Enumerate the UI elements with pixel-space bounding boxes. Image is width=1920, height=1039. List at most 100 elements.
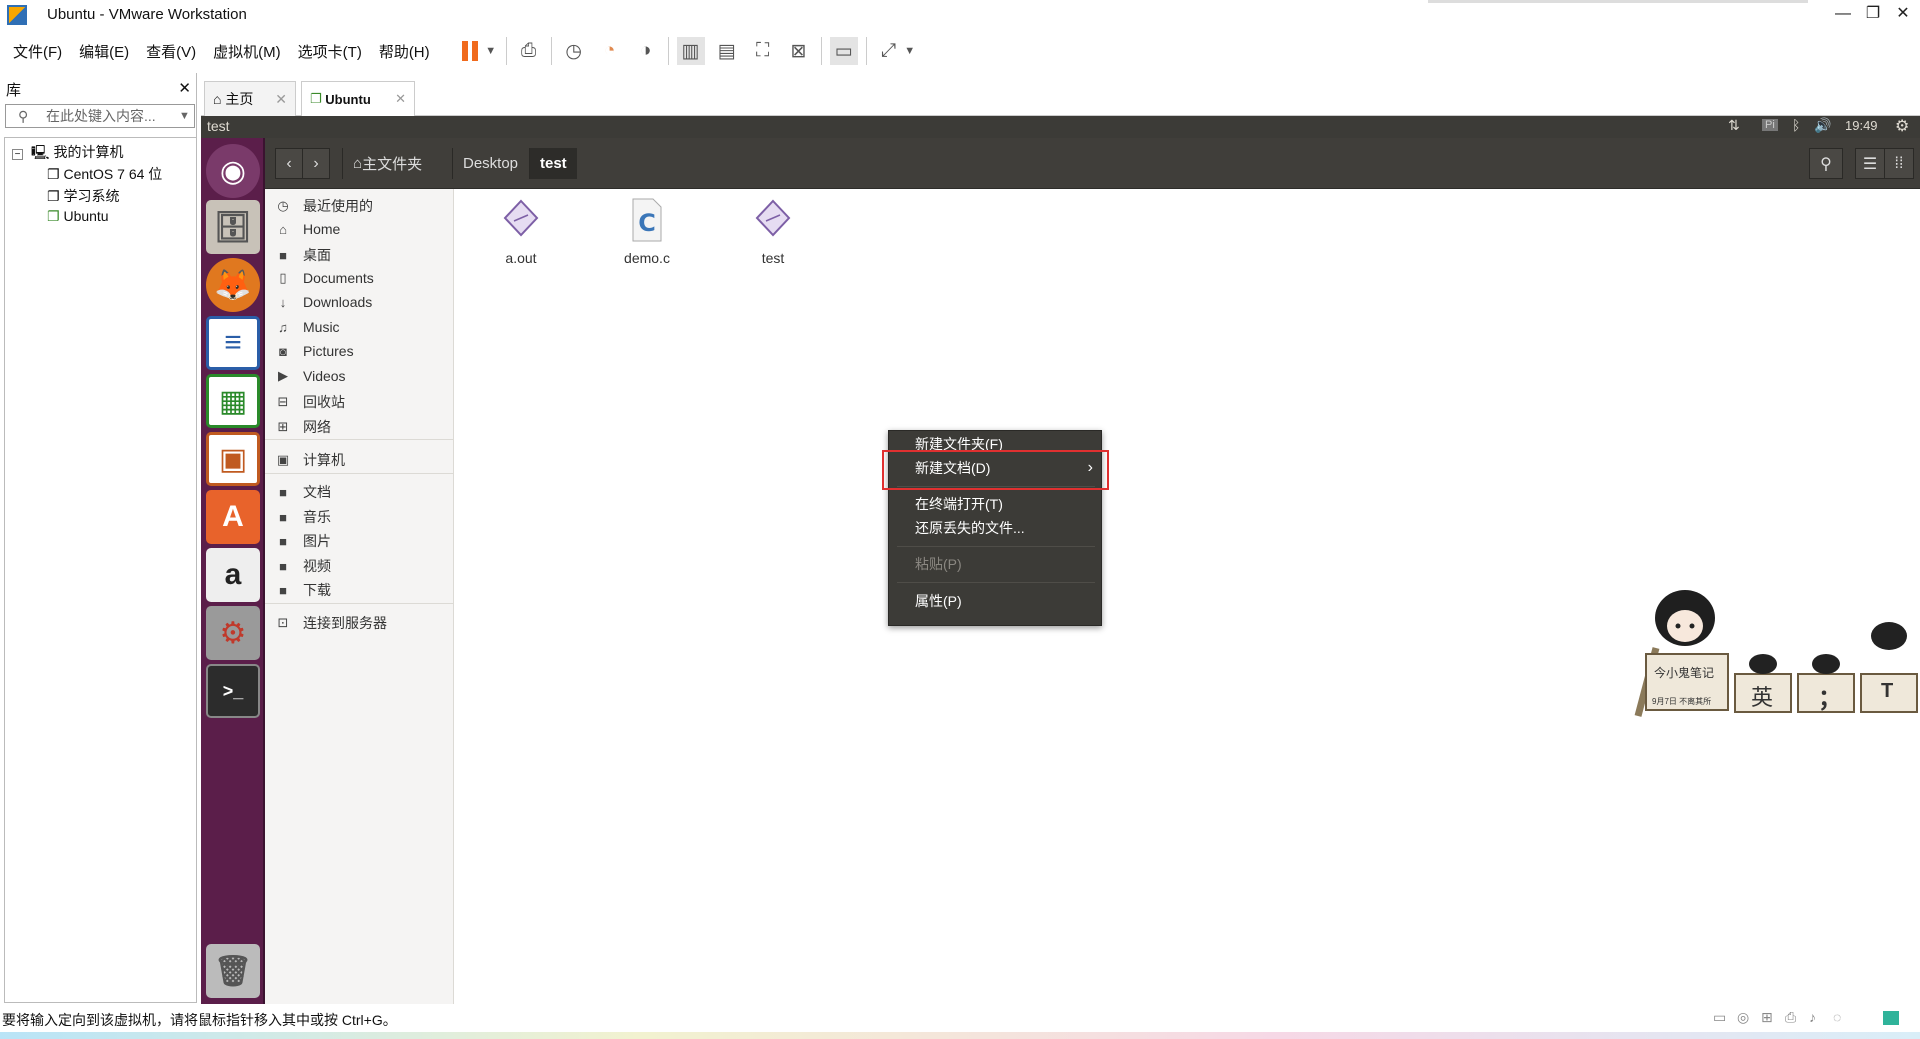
close-button[interactable]: ✕: [1888, 4, 1918, 24]
menu-vm[interactable]: 虚拟机(M): [213, 41, 281, 62]
vmware-logo-icon: [7, 4, 27, 25]
sidebar-item-downloads-cn[interactable]: ■ 下载: [275, 580, 331, 600]
list-view-icon[interactable]: ☰: [1855, 148, 1885, 179]
terminal-icon[interactable]: >_: [206, 664, 260, 718]
sidebar-item-downloads[interactable]: ↓ Downloads: [275, 294, 373, 310]
close-icon[interactable]: ✕: [275, 91, 287, 108]
cd-icon[interactable]: ◎: [1737, 1009, 1749, 1026]
tab-home[interactable]: ⌂ 主页 ✕: [204, 81, 296, 116]
files-icon[interactable]: 🗄: [206, 200, 260, 254]
unity-icon[interactable]: ⊠: [785, 37, 813, 65]
close-icon[interactable]: ✕: [395, 91, 406, 107]
chevron-down-icon[interactable]: ▼: [179, 105, 190, 127]
tree-item-ubuntu[interactable]: ❐ Ubuntu: [47, 208, 109, 225]
restore-button[interactable]: ❐: [1858, 4, 1888, 24]
search-icon[interactable]: ⚲: [1809, 148, 1843, 179]
file-item[interactable]: test: [723, 197, 823, 266]
library-view-icon[interactable]: ▥: [676, 37, 705, 65]
clock[interactable]: 19:49: [1845, 118, 1878, 133]
file-item[interactable]: a.out: [471, 197, 571, 266]
console-view-icon[interactable]: ▭: [829, 37, 858, 65]
gear-icon[interactable]: ⚙: [1895, 116, 1909, 136]
tree-item-study[interactable]: ❐ 学习系统: [47, 186, 119, 206]
mascot-box-label: 英: [1751, 685, 1774, 710]
software-center-icon[interactable]: A: [206, 490, 260, 544]
sidebar-item-computer[interactable]: ▣ 计算机: [275, 450, 345, 470]
sidebar-item-music[interactable]: ♫ Music: [275, 319, 339, 335]
fullscreen-icon[interactable]: ⛶: [749, 37, 777, 65]
menu-edit[interactable]: 编辑(E): [79, 41, 129, 62]
sound-icon[interactable]: ♪: [1809, 1009, 1816, 1025]
breadcrumb-current[interactable]: test: [529, 148, 577, 179]
collapse-icon[interactable]: −: [12, 149, 23, 160]
sidebar-item-music-cn[interactable]: ■ 音乐: [275, 507, 331, 527]
music-icon: ♫: [278, 319, 288, 335]
clock-icon: ◷: [277, 198, 289, 213]
sidebar-item-docs-cn[interactable]: ■ 文档: [275, 482, 331, 502]
send-ctrl-alt-del-icon[interactable]: ⎙: [515, 37, 543, 65]
sidebar-item-recent[interactable]: ◷ 最近使用的: [275, 196, 373, 216]
menu-item-restore-files[interactable]: 还原丢失的文件...: [889, 515, 1103, 541]
libreoffice-writer-icon[interactable]: ≡: [206, 316, 260, 370]
libreoffice-calc-icon[interactable]: ▦: [206, 374, 260, 428]
close-icon[interactable]: ✕: [178, 79, 191, 101]
tree-item-centos[interactable]: ❐ CentOS 7 64 位: [47, 164, 162, 184]
usb-icon[interactable]: ◌: [1833, 1009, 1841, 1025]
library-search-input[interactable]: ⚲ 在此处键入内容... ▼: [5, 104, 195, 128]
volume-icon[interactable]: 🔊: [1814, 117, 1831, 134]
sidebar-item-pictures[interactable]: ◙ Pictures: [275, 343, 354, 359]
menu-tabs[interactable]: 选项卡(T): [298, 41, 362, 62]
computer-icon: ▣: [276, 452, 290, 467]
breadcrumb-home[interactable]: ⌂ 主文件夹: [342, 148, 432, 179]
forward-button[interactable]: ›: [302, 148, 330, 179]
menu-bar: 文件(F) 编辑(E) 查看(V) 虚拟机(M) 选项卡(T) 帮助(H) ▼ …: [0, 29, 1920, 73]
network-adapter-icon[interactable]: ⊞: [1761, 1009, 1773, 1026]
video-icon: ▶: [278, 368, 288, 383]
sidebar-item-connect-server[interactable]: ⊡ 连接到服务器: [275, 613, 387, 633]
back-button[interactable]: ‹: [275, 148, 303, 179]
thumbnail-view-icon[interactable]: ▤: [713, 37, 741, 65]
stretch-icon[interactable]: ⤢: [875, 37, 903, 65]
sidebar-item-network[interactable]: ⊞ 网络: [275, 417, 331, 437]
trash-icon[interactable]: 🗑: [206, 944, 260, 998]
snapshot-manager-icon[interactable]: ◑: [632, 37, 660, 65]
ubuntu-dash-icon[interactable]: ◉: [206, 144, 260, 198]
menu-item-properties[interactable]: 属性(P): [889, 588, 1103, 614]
revert-snapshot-icon[interactable]: ◔: [596, 37, 624, 65]
sidebar-item-videos-cn[interactable]: ■ 视频: [275, 556, 331, 576]
sidebar-item-documents[interactable]: ▯ Documents: [275, 270, 373, 286]
tab-ubuntu[interactable]: ❐ Ubuntu ✕: [301, 81, 415, 116]
snapshot-icon[interactable]: ◷: [560, 37, 588, 65]
keyboard-indicator[interactable]: Pi: [1762, 119, 1778, 131]
menu-help[interactable]: 帮助(H): [379, 41, 430, 62]
message-log-icon[interactable]: [1883, 1011, 1899, 1025]
menu-item-open-terminal[interactable]: 在终端打开(T): [889, 491, 1103, 517]
sidebar-item-desktop[interactable]: ■ 桌面: [275, 245, 331, 265]
system-settings-icon[interactable]: ⚙: [206, 606, 260, 660]
amazon-icon[interactable]: a: [206, 548, 260, 602]
tree-root-label[interactable]: 我的计算机: [53, 144, 123, 160]
grid-view-icon[interactable]: ⁞⁞: [1884, 148, 1914, 179]
printer-icon[interactable]: ⎙: [1785, 1009, 1796, 1026]
libreoffice-impress-icon[interactable]: ▣: [206, 432, 260, 486]
minimize-button[interactable]: —: [1828, 4, 1858, 24]
executable-icon: [755, 199, 791, 237]
firefox-icon[interactable]: 🦊: [206, 258, 260, 312]
chevron-down-icon[interactable]: ▼: [484, 37, 498, 65]
sidebar-item-videos[interactable]: ▶ Videos: [275, 368, 346, 384]
network-icon[interactable]: ⇅: [1728, 117, 1740, 134]
bluetooth-icon[interactable]: ᛒ: [1792, 117, 1800, 133]
sidebar-item-home[interactable]: ⌂ Home: [275, 221, 340, 237]
file-item[interactable]: C demo.c: [597, 197, 697, 266]
status-message: 要将输入定向到该虚拟机，请将鼠标指针移入其中或按 Ctrl+G。: [2, 1012, 397, 1028]
executable-icon: [503, 199, 539, 237]
hard-disk-icon[interactable]: ▭: [1713, 1009, 1726, 1026]
pause-icon[interactable]: [456, 37, 484, 65]
sidebar-item-pictures-cn[interactable]: ■ 图片: [275, 531, 331, 551]
sidebar-item-trash[interactable]: ⊟ 回收站: [275, 392, 345, 412]
chevron-down-icon[interactable]: ▼: [903, 37, 917, 65]
breadcrumb-desktop[interactable]: Desktop: [452, 148, 528, 179]
menu-view[interactable]: 查看(V): [146, 41, 196, 62]
tab-bar: ⌂ 主页 ✕ ❐ Ubuntu ✕: [201, 76, 1920, 116]
menu-file[interactable]: 文件(F): [13, 41, 62, 62]
